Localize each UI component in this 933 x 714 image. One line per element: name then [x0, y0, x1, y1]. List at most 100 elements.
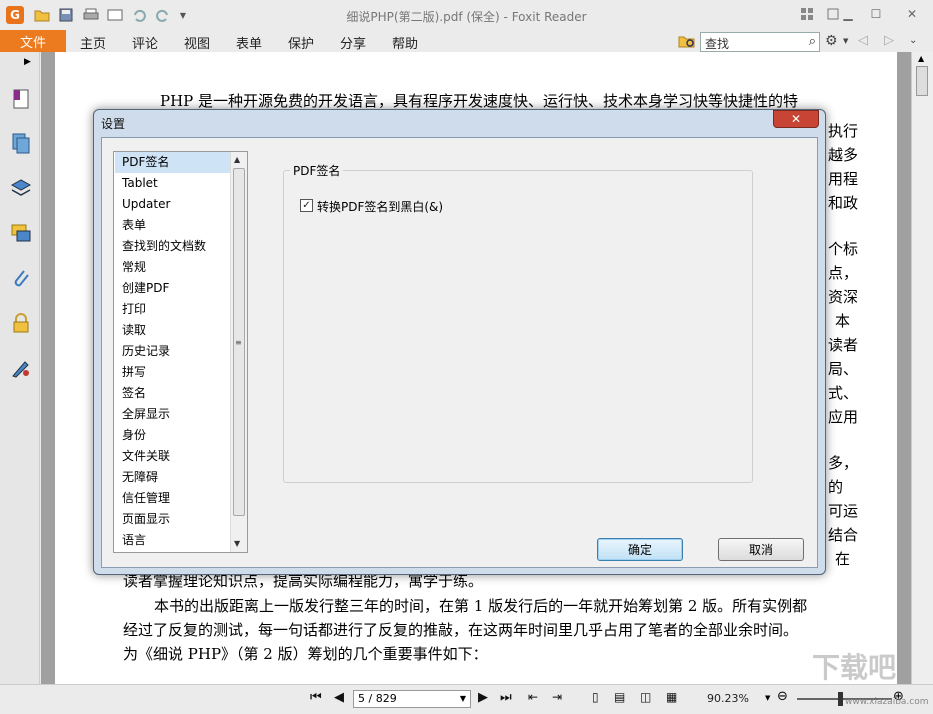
attachments-icon[interactable]: [10, 267, 32, 289]
page-text-fragment: 式、: [828, 384, 859, 402]
category-item-create-pdf[interactable]: 创建PDF: [115, 278, 231, 299]
title-bar: G ▼ 细说PHP(第二版).pdf (保全) - Foxit Reader ▁…: [0, 0, 933, 30]
settings-dialog: 设置 ✕ PDF签名 Tablet Updater 表单 查找到的文档数 常规 …: [93, 109, 826, 575]
category-item-trust-manager[interactable]: 信任管理: [115, 488, 231, 509]
watermark-logo: 下载吧: [812, 651, 897, 684]
dialog-close-button[interactable]: ✕: [773, 110, 819, 128]
pages-icon[interactable]: [10, 132, 32, 154]
go-back-view-icon[interactable]: ⇤: [528, 690, 538, 704]
cancel-button[interactable]: 取消: [718, 538, 804, 561]
menu-share[interactable]: 分享: [340, 33, 366, 52]
search-icon[interactable]: ⌕: [809, 34, 816, 49]
search-input[interactable]: 查找: [705, 35, 729, 52]
page-dropdown-icon[interactable]: ▼: [460, 691, 466, 707]
category-item-fullscreen[interactable]: 全屏显示: [115, 404, 231, 425]
document-scrollbar[interactable]: ▲: [911, 52, 933, 684]
signature-icon[interactable]: [10, 357, 32, 379]
category-item-page-display[interactable]: 页面显示: [115, 509, 231, 530]
gear-icon[interactable]: ⚙: [825, 33, 838, 49]
category-item-reading[interactable]: 读取: [115, 320, 231, 341]
category-item-print[interactable]: 打印: [115, 299, 231, 320]
menu-file[interactable]: 文件: [0, 30, 66, 52]
category-item-general[interactable]: 常规: [115, 257, 231, 278]
first-page-icon[interactable]: ⏮: [310, 690, 322, 705]
status-bar: ⏮ ◀ 5 / 829 ▼ ▶ ⏭ ⇤ ⇥ ▯ ▤ ◫ ▦ 90.23% ▼ ⊖…: [0, 684, 933, 714]
category-item-accessibility[interactable]: 无障碍: [115, 467, 231, 488]
dialog-title: 设置: [101, 117, 126, 131]
category-item-signature[interactable]: 签名: [115, 383, 231, 404]
last-page-icon[interactable]: ⏭: [500, 690, 512, 705]
zoom-slider-handle[interactable]: [838, 692, 843, 706]
category-item-spelling[interactable]: 拼写: [115, 362, 231, 383]
minimize-button[interactable]: ▁: [835, 4, 861, 24]
search-box[interactable]: 查找 ⌕: [700, 32, 820, 52]
go-forward-view-icon[interactable]: ⇥: [552, 690, 562, 704]
continuous-facing-icon[interactable]: ▦: [666, 690, 677, 704]
category-item-updater[interactable]: Updater: [115, 194, 231, 215]
page-text-fragment: 资深: [828, 288, 859, 306]
zoom-level[interactable]: 90.23%: [707, 692, 749, 705]
category-item-tablet[interactable]: Tablet: [115, 173, 231, 194]
list-scroll-up-icon[interactable]: ▲: [234, 155, 240, 164]
navigation-sidebar: ▶: [0, 52, 40, 684]
category-item-history[interactable]: 历史记录: [115, 341, 231, 362]
settings-category-list[interactable]: PDF签名 Tablet Updater 表单 查找到的文档数 常规 创建PDF…: [113, 151, 248, 553]
next-page-icon[interactable]: ▶: [478, 690, 488, 705]
watermark-url: www.xiazaiba.com: [845, 697, 929, 707]
menu-home[interactable]: 主页: [80, 33, 106, 52]
category-item-file-association[interactable]: 文件关联: [115, 446, 231, 467]
category-item-search-count[interactable]: 查找到的文档数: [115, 236, 231, 257]
page-text-fragment: 结合: [828, 526, 859, 544]
nav-back-icon[interactable]: ◁: [858, 33, 868, 48]
ok-button[interactable]: 确定: [597, 538, 683, 561]
menu-help[interactable]: 帮助: [392, 33, 418, 52]
page-text-line: 为《细说 PHP》（第 2 版）筹划的几个重要事件如下：: [123, 645, 488, 663]
scroll-up-icon[interactable]: ▲: [918, 54, 924, 63]
prev-page-icon[interactable]: ◀: [334, 690, 344, 705]
security-lock-icon[interactable]: [10, 312, 32, 334]
ribbon-menu-bar: 文件 主页 评论 视图 表单 保护 分享 帮助 查找 ⌕ ⚙ ▼ ◁ ▷ ⌄: [0, 30, 933, 52]
convert-signature-bw-checkbox[interactable]: ✓: [300, 199, 313, 212]
pdf-signature-group: [283, 170, 753, 483]
convert-signature-bw-label[interactable]: 转换PDF签名到黑白(&): [317, 198, 443, 215]
list-scroll-down-icon[interactable]: ▼: [234, 539, 240, 548]
nav-forward-icon[interactable]: ▷: [884, 33, 894, 48]
page-text-fragment: 越多: [828, 146, 859, 164]
close-window-button[interactable]: ✕: [899, 4, 925, 24]
category-list-scrollbar[interactable]: ▲ ≡ ▼: [230, 152, 247, 552]
scroll-thumb[interactable]: [916, 66, 928, 96]
menu-comment[interactable]: 评论: [132, 33, 158, 52]
maximize-button[interactable]: ☐: [863, 4, 889, 24]
page-number-input[interactable]: 5 / 829 ▼: [353, 690, 471, 708]
menu-form[interactable]: 表单: [236, 33, 262, 52]
expand-panel-icon[interactable]: ▶: [24, 57, 31, 67]
single-page-icon[interactable]: ▯: [592, 690, 599, 704]
gear-dropdown-icon[interactable]: ▼: [843, 37, 848, 45]
comments-icon[interactable]: [10, 222, 32, 244]
page-text-fragment: 个标: [828, 240, 859, 258]
page-text-fragment: 可运: [828, 502, 859, 520]
dialog-body: PDF签名 Tablet Updater 表单 查找到的文档数 常规 创建PDF…: [101, 137, 818, 568]
page-text-fragment: 多，: [828, 454, 859, 472]
zoom-out-icon[interactable]: ⊖: [777, 689, 788, 704]
layout-icon[interactable]: [794, 4, 820, 24]
continuous-page-icon[interactable]: ▤: [614, 690, 625, 704]
category-item-identity[interactable]: 身份: [115, 425, 231, 446]
zoom-dropdown-icon[interactable]: ▼: [765, 694, 770, 702]
menu-protect[interactable]: 保护: [288, 33, 314, 52]
collapse-ribbon-icon[interactable]: ⌄: [909, 35, 917, 46]
find-folder-icon[interactable]: [678, 33, 696, 52]
category-item-forms[interactable]: 表单: [115, 215, 231, 236]
category-item-pdf-signature[interactable]: PDF签名: [115, 152, 231, 173]
menu-view[interactable]: 视图: [184, 33, 210, 52]
page-number-value: 5 / 829: [358, 692, 397, 705]
page-text-fragment: 在: [835, 550, 851, 568]
facing-page-icon[interactable]: ◫: [640, 690, 651, 704]
page-text-line: 经过了反复的测试，每一句话都进行了反复的推敲，在这两年时间里几乎占用了笔者的全部…: [123, 621, 799, 639]
page-text-fragment: 用程: [828, 170, 859, 188]
page-text-line: 本书的出版距离上一版发行整三年的时间，在第 1 版发行后的一年就开始筹划第 2 …: [154, 597, 808, 615]
layers-icon[interactable]: [10, 177, 32, 199]
category-item-language[interactable]: 语言: [115, 530, 231, 551]
bookmarks-icon[interactable]: [10, 88, 32, 110]
page-text-line: PHP 是一种开源免费的开发语言，具有程序开发速度快、运行快、技术本身学习快等快…: [160, 92, 799, 110]
